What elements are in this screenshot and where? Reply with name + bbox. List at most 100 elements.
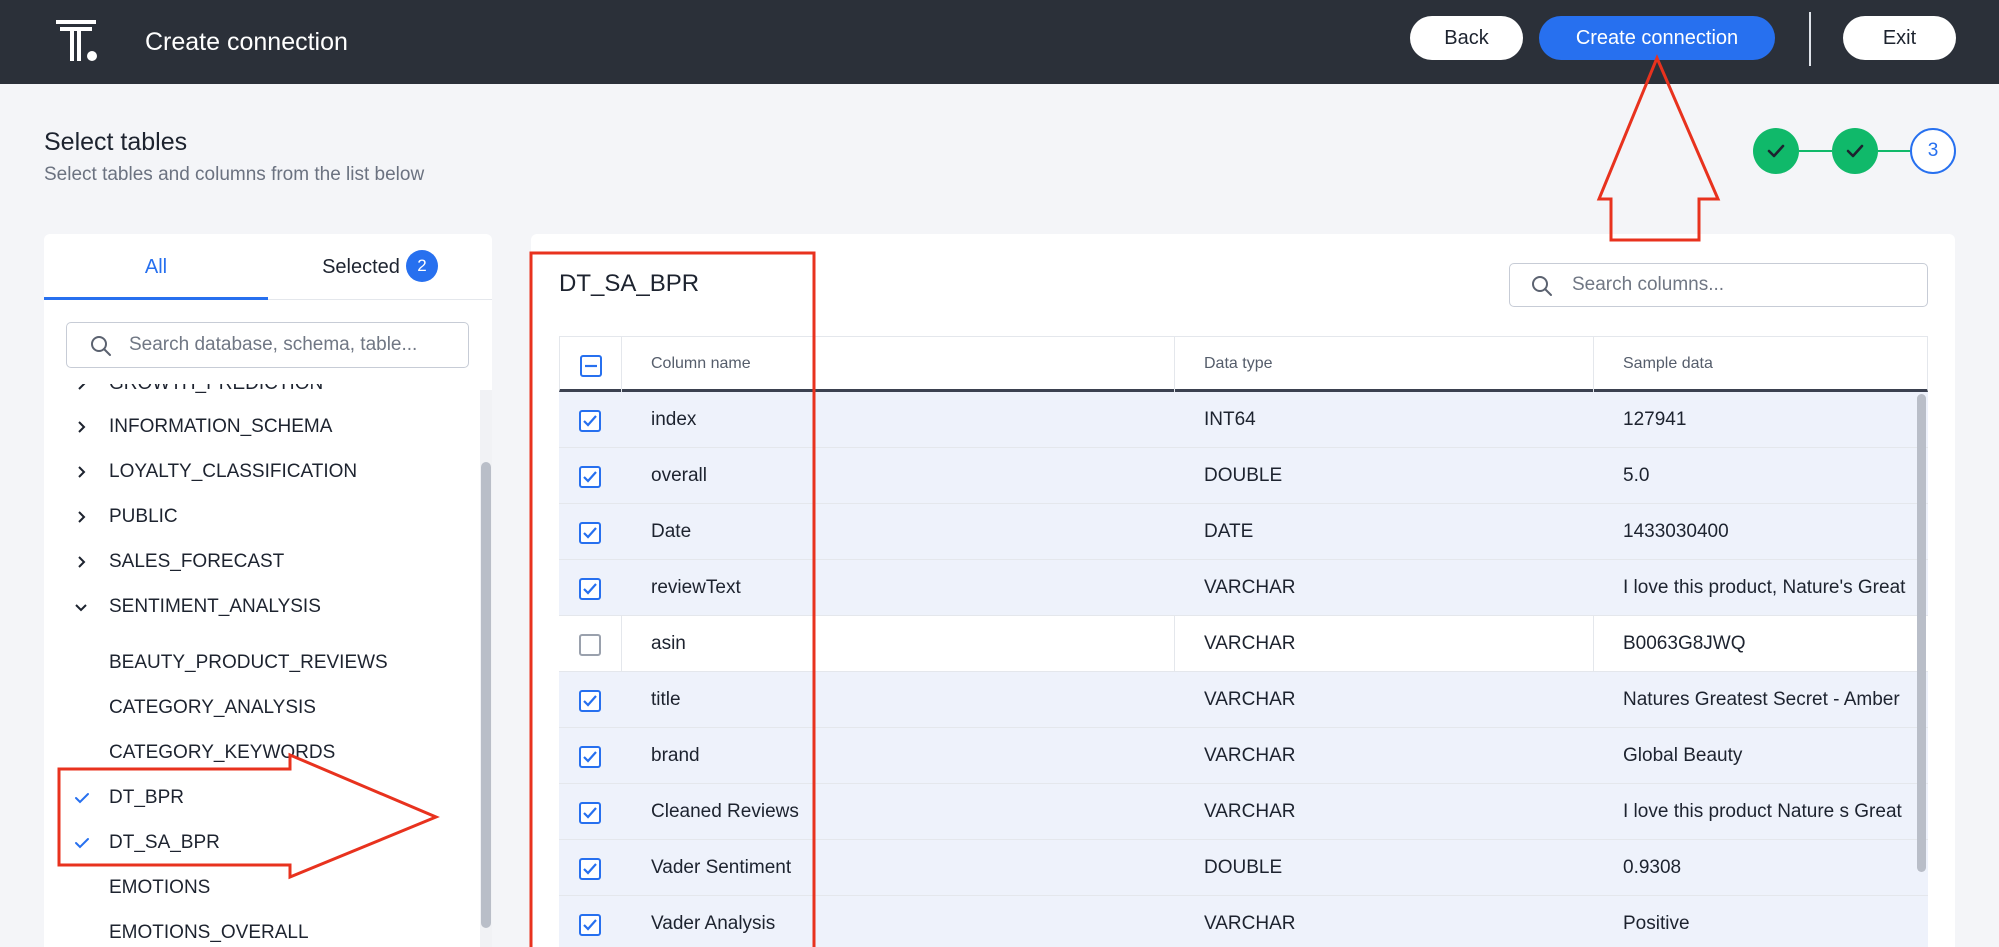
tree-item-schema[interactable]: PUBLIC — [44, 499, 474, 535]
tree-item-table[interactable]: BEAUTY_PRODUCT_REVIEWS — [44, 645, 474, 681]
tree-item-label: PUBLIC — [109, 506, 178, 527]
tree-item-table[interactable]: CATEGORY_ANALYSIS — [44, 690, 474, 726]
tree-item-table-selected[interactable]: DT_BPR — [44, 780, 474, 816]
row-checkbox-checked[interactable] — [579, 410, 601, 432]
cell-sample-data: Natures Greatest Secret - Amber — [1623, 689, 1900, 710]
tree-item-table-selected[interactable]: DT_SA_BPR — [44, 825, 474, 861]
header-data-type[interactable]: Data type — [1204, 337, 1272, 391]
table-row[interactable]: overall DOUBLE 5.0 — [559, 448, 1928, 504]
row-checkbox-checked[interactable] — [579, 802, 601, 824]
tree-item-label: INFORMATION_SCHEMA — [109, 416, 333, 437]
tree-item-schema[interactable]: INFORMATION_SCHEMA — [44, 409, 474, 445]
check-icon — [583, 919, 597, 931]
schema-tree: GROWTH_PREDICTION INFORMATION_SCHEMA LOY… — [44, 384, 484, 947]
cell-data-type: DOUBLE — [1204, 465, 1283, 486]
cell-data-type: VARCHAR — [1204, 633, 1296, 654]
table-row[interactable]: asin VARCHAR B0063G8JWQ — [559, 616, 1928, 672]
database-search-input[interactable] — [129, 323, 459, 367]
check-icon — [583, 527, 597, 539]
annotation-arrow-up — [1596, 54, 1721, 242]
chevron-right-icon — [78, 511, 86, 523]
tree-item-table[interactable]: CATEGORY_KEYWORDS — [44, 735, 474, 771]
tree-item-schema[interactable]: LOYALTY_CLASSIFICATION — [44, 454, 474, 490]
cell-data-type: INT64 — [1204, 409, 1256, 430]
stepper-connector — [1878, 150, 1910, 152]
cell-sample-data: 1433030400 — [1623, 521, 1729, 542]
cell-column-name: brand — [651, 745, 700, 766]
cell-sample-data: 127941 — [1623, 409, 1687, 430]
cell-sample-data: I love this product Nature s Great — [1623, 801, 1902, 822]
table-row[interactable]: Vader Analysis VARCHAR Positive — [559, 896, 1928, 947]
cell-sample-data: Global Beauty — [1623, 745, 1743, 766]
select-all-checkbox[interactable] — [580, 355, 602, 377]
step-2-complete — [1832, 128, 1878, 174]
cell-column-name: Vader Analysis — [651, 913, 776, 934]
section-subtitle: Select tables and columns from the list … — [44, 164, 425, 185]
tab-all[interactable]: All — [44, 234, 268, 300]
column-search[interactable] — [1509, 263, 1928, 307]
tree-scrollbar-thumb[interactable] — [481, 462, 491, 928]
header-divider — [1809, 12, 1811, 66]
header-sample-data[interactable]: Sample data — [1623, 337, 1713, 391]
row-checkbox-checked[interactable] — [579, 466, 601, 488]
header-column-name[interactable]: Column name — [651, 337, 751, 391]
cell-data-type: VARCHAR — [1204, 689, 1296, 710]
row-checkbox-checked[interactable] — [579, 746, 601, 768]
check-icon — [75, 838, 89, 849]
table-scrollbar-thumb[interactable] — [1917, 394, 1926, 872]
table-row[interactable]: reviewText VARCHAR I love this product, Na… — [559, 560, 1928, 616]
tree-item-table[interactable]: EMOTIONS_OVERALL — [44, 915, 474, 947]
table-title: DT_SA_BPR — [559, 270, 700, 297]
exit-button[interactable]: Exit — [1843, 16, 1956, 60]
chevron-right-icon — [78, 421, 86, 433]
tab-selected[interactable]: Selected 2 — [268, 234, 492, 300]
row-checkbox-checked[interactable] — [579, 690, 601, 712]
table-row[interactable]: index INT64 127941 — [559, 392, 1928, 448]
column-search-input[interactable] — [1572, 264, 1912, 306]
check-icon — [1846, 144, 1864, 158]
table-row[interactable]: Cleaned Reviews VARCHAR I love this produc… — [559, 784, 1928, 840]
table-row[interactable]: brand VARCHAR Global Beauty — [559, 728, 1928, 784]
tree-item-label: DT_BPR — [109, 787, 184, 808]
page-title: Create connection — [145, 28, 348, 56]
check-icon — [75, 793, 89, 804]
cell-column-name: overall — [651, 465, 707, 486]
tree-item-label: CATEGORY_ANALYSIS — [109, 697, 316, 718]
database-search[interactable] — [66, 322, 469, 368]
tree-item-label: LOYALTY_CLASSIFICATION — [109, 461, 358, 482]
tree-item-schema[interactable]: GROWTH_PREDICTION — [44, 384, 474, 402]
check-icon — [583, 415, 597, 427]
tree-item-label: GROWTH_PREDICTION — [109, 384, 323, 402]
table-row[interactable]: Date DATE 1433030400 — [559, 504, 1928, 560]
table-header-row: Column name Data type Sample data — [559, 336, 1928, 392]
table-browser-panel: All Selected2 GROWTH_PREDICTION INFORMAT… — [44, 234, 492, 947]
cell-sample-data: 0.9308 — [1623, 857, 1682, 878]
thoughtspot-logo — [56, 20, 97, 61]
tree-item-label: EMOTIONS — [109, 877, 211, 898]
step-3-current: 3 — [1910, 128, 1956, 174]
top-bar: Create connection Back Create connection… — [0, 0, 1999, 84]
create-connection-button[interactable]: Create connection — [1539, 16, 1775, 60]
back-button[interactable]: Back — [1410, 16, 1523, 60]
cell-column-name: Date — [651, 521, 692, 542]
cell-sample-data: B0063G8JWQ — [1623, 633, 1746, 654]
tree-item-schema[interactable]: SALES_FORECAST — [44, 544, 474, 580]
check-icon — [583, 751, 597, 763]
tree-item-table[interactable]: EMOTIONS — [44, 870, 474, 906]
cell-data-type: VARCHAR — [1204, 745, 1296, 766]
row-checkbox-checked[interactable] — [579, 522, 601, 544]
cell-data-type: DOUBLE — [1204, 857, 1283, 878]
table-row[interactable]: title VARCHAR Natures Greatest Secret - Am… — [559, 672, 1928, 728]
selected-count-badge: 2 — [405, 249, 438, 282]
row-checkbox-checked[interactable] — [579, 858, 601, 880]
cell-sample-data: 5.0 — [1623, 465, 1650, 486]
row-checkbox-checked[interactable] — [579, 914, 601, 936]
tree-item-schema-expanded[interactable]: SENTIMENT_ANALYSIS — [44, 589, 474, 625]
table-row[interactable]: Vader Sentiment DOUBLE 0.9308 — [559, 840, 1928, 896]
cell-column-name: index — [651, 409, 697, 430]
row-checkbox[interactable] — [579, 634, 601, 656]
check-icon — [583, 863, 597, 875]
cell-data-type: VARCHAR — [1204, 577, 1296, 598]
stepper-connector — [1799, 150, 1832, 152]
row-checkbox-checked[interactable] — [579, 578, 601, 600]
